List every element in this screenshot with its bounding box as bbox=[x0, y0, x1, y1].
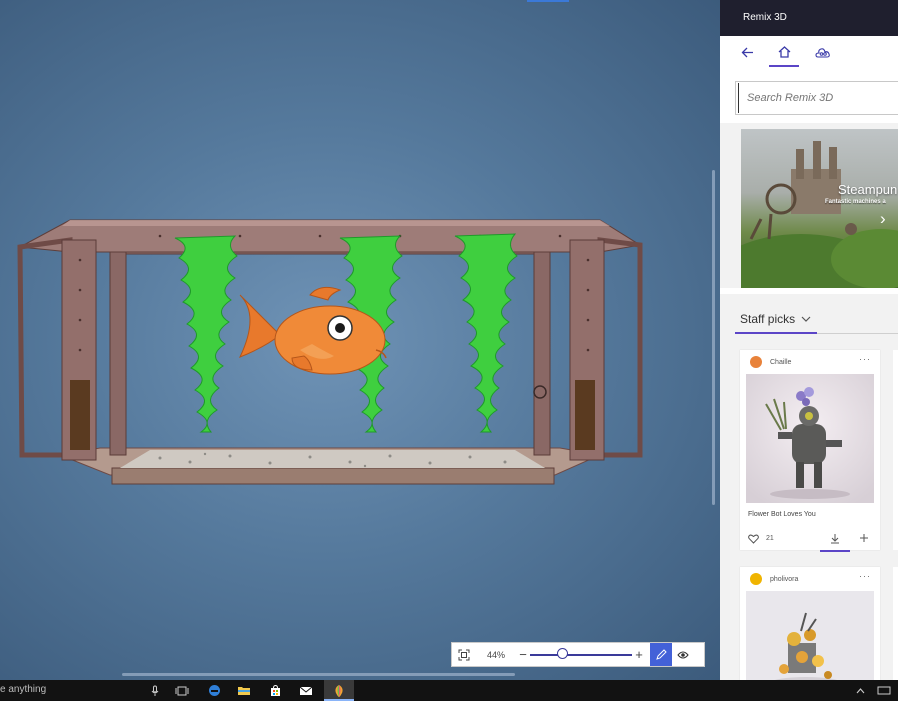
next-card-edge bbox=[893, 567, 898, 680]
zoom-slider[interactable] bbox=[530, 643, 632, 666]
model-thumbnail[interactable] bbox=[746, 374, 874, 503]
avatar[interactable] bbox=[750, 573, 762, 585]
fit-to-window-icon[interactable] bbox=[452, 643, 476, 666]
cloud-library-icon[interactable] bbox=[811, 42, 833, 62]
panel-title: Remix 3D bbox=[720, 0, 898, 36]
section-label: Staff picks bbox=[740, 312, 796, 326]
next-card-edge bbox=[893, 350, 898, 550]
back-arrow-icon[interactable] bbox=[736, 42, 758, 62]
search-input[interactable] bbox=[738, 83, 898, 113]
vertical-scrollbar[interactable] bbox=[712, 170, 715, 505]
zoom-percentage: 44% bbox=[486, 649, 505, 660]
zoom-toolbar: 44% − + bbox=[451, 642, 705, 667]
heart-icon[interactable] bbox=[748, 534, 759, 544]
microphone-icon[interactable] bbox=[145, 682, 165, 699]
banner-title: Steampun bbox=[838, 182, 898, 197]
more-options-icon[interactable]: ··· bbox=[859, 354, 871, 364]
featured-banner[interactable]: Steampun Fantastic machines a › bbox=[741, 129, 898, 288]
add-icon[interactable] bbox=[859, 533, 869, 543]
zoom-out-button[interactable]: − bbox=[516, 647, 530, 662]
edge-browser-icon[interactable] bbox=[204, 682, 224, 699]
card-title[interactable]: Flower Bot Loves You bbox=[740, 503, 880, 525]
chevron-up-icon[interactable] bbox=[850, 682, 870, 699]
avatar[interactable] bbox=[750, 356, 762, 368]
remix3d-panel: Remix 3D Steampun Fantastic machines a bbox=[720, 0, 898, 680]
banner-separator bbox=[720, 288, 898, 294]
staff-picks-dropdown[interactable]: Staff picks bbox=[740, 312, 811, 326]
chevron-down-icon bbox=[801, 316, 811, 322]
search-box[interactable] bbox=[735, 81, 898, 115]
taskbar-search-box[interactable]: e anything bbox=[0, 684, 46, 695]
section-active-indicator bbox=[735, 332, 817, 334]
nav-active-indicator bbox=[769, 65, 799, 67]
horizontal-scrollbar[interactable] bbox=[122, 673, 515, 676]
3d-canvas[interactable]: 44% − + bbox=[0, 0, 720, 680]
download-underline bbox=[820, 550, 850, 552]
card-footer: 21 bbox=[740, 525, 880, 555]
model-thumbnail[interactable] bbox=[746, 591, 874, 680]
aquarium-model[interactable] bbox=[0, 200, 720, 500]
task-view-icon[interactable] bbox=[172, 682, 192, 699]
store-icon[interactable] bbox=[265, 682, 285, 699]
zoom-in-button[interactable]: + bbox=[632, 647, 646, 662]
panel-nav bbox=[720, 36, 898, 70]
pencil-icon bbox=[655, 649, 667, 660]
zoom-slider-track bbox=[530, 654, 632, 656]
home-icon[interactable] bbox=[773, 42, 795, 62]
chevron-right-icon[interactable]: › bbox=[880, 209, 886, 229]
network-icon[interactable] bbox=[874, 682, 894, 699]
model-card[interactable]: Chaille ··· Flower Bot Loves You 21 bbox=[740, 350, 880, 552]
section-divider bbox=[817, 333, 898, 334]
paint-3d-icon[interactable] bbox=[329, 682, 349, 699]
file-explorer-icon[interactable] bbox=[234, 682, 254, 699]
model-card[interactable]: pholivora ··· bbox=[740, 567, 880, 680]
banner-subtitle: Fantastic machines a bbox=[825, 199, 886, 205]
card-header: Chaille ··· bbox=[740, 350, 880, 374]
card-author[interactable]: pholivora bbox=[770, 576, 798, 583]
window-top-accent bbox=[527, 0, 569, 2]
like-count: 21 bbox=[766, 535, 774, 542]
card-header: pholivora ··· bbox=[740, 567, 880, 591]
card-author[interactable]: Chaille bbox=[770, 359, 791, 366]
view-mode-button[interactable] bbox=[672, 643, 694, 666]
zoom-slider-thumb[interactable] bbox=[556, 648, 568, 659]
download-icon[interactable] bbox=[830, 533, 840, 544]
mail-icon[interactable] bbox=[296, 682, 316, 699]
eye-icon bbox=[677, 651, 689, 658]
more-options-icon[interactable]: ··· bbox=[859, 571, 871, 581]
taskbar: e anything bbox=[0, 680, 898, 701]
steampunk-banner-image bbox=[741, 141, 898, 288]
edit-pencil-button[interactable] bbox=[650, 643, 672, 666]
